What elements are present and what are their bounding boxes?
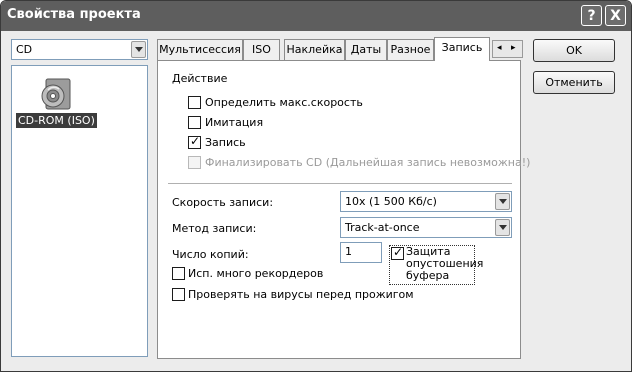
tab-iso[interactable]: ISO — [243, 39, 280, 60]
cancel-button[interactable]: Отменить — [533, 71, 615, 94]
write-method-value: Track-at-once — [345, 221, 420, 234]
multi-recorders-label: Исп. много рекордеров — [188, 267, 324, 280]
checkmark-icon: ✓ — [190, 134, 201, 148]
max-speed-label: Определить макс.скорость — [205, 96, 363, 109]
media-type-list[interactable]: CD-ROM (ISO) — [11, 65, 148, 357]
copies-label: Число копий: — [172, 248, 249, 261]
write-method-label: Метод записи: — [172, 222, 257, 235]
help-button[interactable]: ? — [581, 5, 602, 26]
window-title: Свойства проекта — [7, 7, 141, 22]
cd-disc-icon — [37, 76, 75, 114]
tab-scroll-left-icon[interactable]: ◂ — [497, 43, 502, 53]
tab-label[interactable]: Наклейка — [284, 39, 345, 60]
max-speed-checkbox[interactable] — [188, 96, 201, 109]
simulation-label: Имитация — [205, 116, 264, 129]
chevron-down-icon[interactable] — [495, 193, 510, 210]
write-checkbox[interactable]: ✓ — [188, 134, 201, 149]
multi-recorders-checkbox[interactable] — [172, 267, 185, 280]
tab-multisession[interactable]: Мультисессия — [157, 39, 243, 60]
virus-check-checkbox[interactable] — [172, 288, 185, 301]
title-bar[interactable]: Свойства проекта ? X — [1, 1, 631, 31]
tab-scroll-buttons[interactable]: ◂ ▸ — [492, 40, 523, 58]
virus-check-label: Проверять на вирусы перед прожигом — [188, 288, 414, 301]
tab-write[interactable]: Запись — [434, 37, 490, 61]
chevron-down-icon[interactable] — [131, 41, 146, 58]
buffer-protect-label: Защита опустошения буфера — [406, 245, 484, 282]
buffer-protect-checkbox[interactable]: ✓ — [391, 245, 404, 260]
tab-misc[interactable]: Разное — [387, 39, 434, 60]
copies-input[interactable]: 1 — [340, 242, 382, 263]
action-heading: Действие — [172, 72, 228, 85]
project-properties-window: Свойства проекта ? X CD CD-ROM (ISO) Мул… — [0, 0, 632, 372]
write-method-select[interactable]: Track-at-once — [340, 217, 512, 238]
write-speed-label: Скорость записи: — [172, 196, 274, 209]
write-speed-value: 10x (1 500 Кб/с) — [345, 195, 437, 208]
tab-scroll-right-icon[interactable]: ▸ — [511, 43, 516, 53]
chevron-down-icon[interactable] — [495, 219, 510, 236]
ok-button[interactable]: OK — [533, 39, 615, 62]
simulation-checkbox[interactable] — [188, 116, 201, 129]
media-item-cdrom-iso[interactable]: CD-ROM (ISO) — [16, 113, 97, 128]
write-speed-select[interactable]: 10x (1 500 Кб/с) — [340, 191, 512, 212]
write-label: Запись — [205, 136, 246, 149]
write-tab-panel: Действие Определить макс.скорость Имитац… — [157, 60, 530, 359]
checkmark-icon: ✓ — [393, 245, 404, 259]
finalize-checkbox[interactable] — [188, 156, 201, 169]
tab-dates[interactable]: Даты — [345, 39, 387, 60]
finalize-label: Финализировать CD (Дальнейшая запись нев… — [205, 156, 531, 169]
close-button[interactable]: X — [605, 5, 626, 26]
project-type-value: CD — [16, 43, 33, 56]
section-divider — [168, 183, 512, 184]
project-type-select[interactable]: CD — [11, 39, 148, 60]
